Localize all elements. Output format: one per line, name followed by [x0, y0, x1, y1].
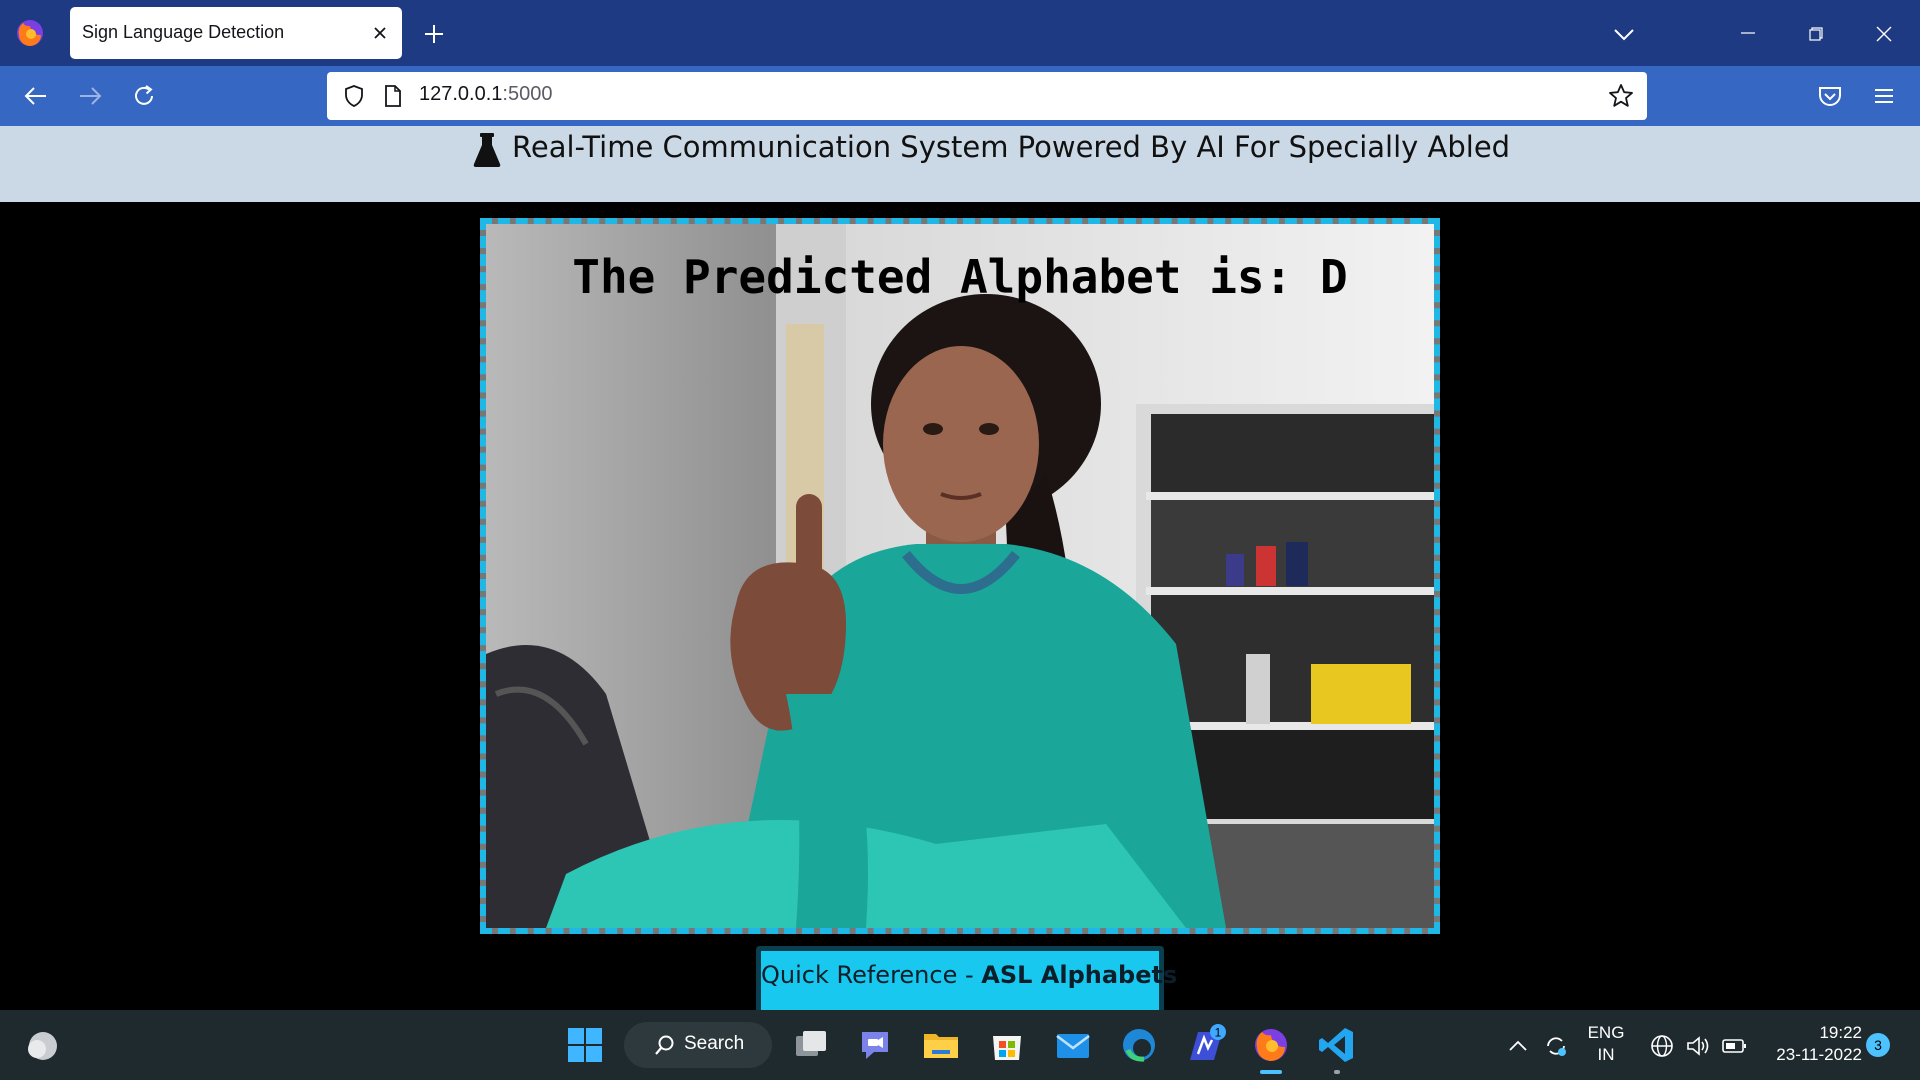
battery-icon[interactable]	[1720, 1032, 1748, 1060]
shield-icon[interactable]	[341, 83, 367, 109]
task-view-icon[interactable]	[790, 1024, 832, 1066]
show-hidden-icons-chevron-icon[interactable]	[1504, 1032, 1532, 1060]
pocket-icon[interactable]	[1816, 82, 1844, 110]
new-tab-plus-icon[interactable]	[420, 20, 448, 48]
hamburger-menu-icon[interactable]	[1870, 82, 1898, 110]
search-icon	[654, 1034, 676, 1056]
firefox-logo-icon[interactable]	[14, 17, 46, 49]
url-port: :5000	[502, 83, 553, 105]
edge-browser-icon[interactable]	[1118, 1024, 1160, 1066]
page-header: Real-Time Communication System Powered B…	[0, 126, 1920, 202]
list-all-tabs-chevron-icon[interactable]	[1610, 20, 1638, 48]
page-info-icon[interactable]	[381, 83, 405, 109]
quick-ref-prefix: Quick Reference -	[761, 961, 982, 989]
forward-arrow-icon[interactable]	[76, 82, 104, 110]
notification-count-badge[interactable]: 3	[1866, 1033, 1890, 1057]
flask-icon	[472, 131, 502, 169]
microsoft-store-icon[interactable]	[986, 1024, 1028, 1066]
firefox-active-indicator	[1260, 1070, 1282, 1074]
network-globe-icon[interactable]	[1648, 1032, 1676, 1060]
back-arrow-icon[interactable]	[22, 82, 50, 110]
file-explorer-folder-icon[interactable]	[920, 1024, 962, 1066]
clock-date: 23-11-2022	[1776, 1045, 1862, 1064]
tab-title: Sign Language Detection	[82, 22, 285, 42]
close-window-icon[interactable]	[1868, 18, 1900, 50]
weather-cloud-icon[interactable]	[22, 1024, 64, 1066]
lang-secondary: IN	[1597, 1045, 1615, 1064]
page-title: Real-Time Communication System Powered B…	[512, 130, 1511, 164]
browser-titlebar: Sign Language Detection	[0, 0, 1920, 66]
volume-speaker-icon[interactable]	[1684, 1032, 1712, 1060]
reload-icon[interactable]	[130, 82, 158, 110]
url-host: 127.0.0.1	[419, 83, 503, 105]
taskbar-search-box[interactable]: Search	[624, 1022, 772, 1068]
mail-icon[interactable]	[1052, 1024, 1094, 1066]
address-bar[interactable]: 127.0.0.1:5000	[327, 72, 1647, 120]
start-windows-icon[interactable]	[564, 1024, 606, 1066]
firefox-taskbar-icon[interactable]	[1250, 1024, 1292, 1066]
quick-reference-button[interactable]: Quick Reference - ASL Alphabets	[756, 946, 1177, 1010]
remote-app-badge: 1	[1215, 1026, 1222, 1040]
browser-navbar: 127.0.0.1:5000	[0, 66, 1920, 126]
close-tab-icon[interactable]	[368, 21, 392, 45]
lang-primary: ENG	[1587, 1023, 1625, 1042]
search-label: Search	[684, 1033, 745, 1054]
url-text[interactable]: 127.0.0.1:5000	[419, 83, 552, 106]
input-language-indicator[interactable]: ENG IN	[1584, 1022, 1628, 1066]
quick-ref-bold-label: ASL Alphabets	[981, 961, 1178, 989]
tab-sign-language-detection[interactable]: Sign Language Detection	[70, 7, 402, 59]
sync-icon[interactable]	[1542, 1032, 1570, 1060]
vscode-open-indicator	[1334, 1070, 1340, 1074]
vscode-icon[interactable]	[1316, 1024, 1358, 1066]
webcam-video-feed: The Predicted Alphabet is: D	[480, 218, 1440, 934]
predicted-alphabet-text: The Predicted Alphabet is: D	[572, 250, 1348, 304]
bookmark-star-icon[interactable]	[1607, 82, 1635, 110]
minimize-icon[interactable]	[1732, 18, 1764, 50]
webcam-scene	[486, 224, 1434, 928]
system-clock[interactable]: 19:22 23-11-2022	[1762, 1022, 1862, 1066]
clock-time: 19:22	[1819, 1023, 1862, 1042]
windows-taskbar: Search 1 ENG IN 19:22 23-11-2022 3	[0, 1010, 1920, 1080]
restore-icon[interactable]	[1800, 18, 1832, 50]
remote-app-icon[interactable]: 1	[1184, 1024, 1226, 1066]
web-page: Real-Time Communication System Powered B…	[0, 126, 1920, 1010]
teams-chat-icon[interactable]	[854, 1024, 896, 1066]
